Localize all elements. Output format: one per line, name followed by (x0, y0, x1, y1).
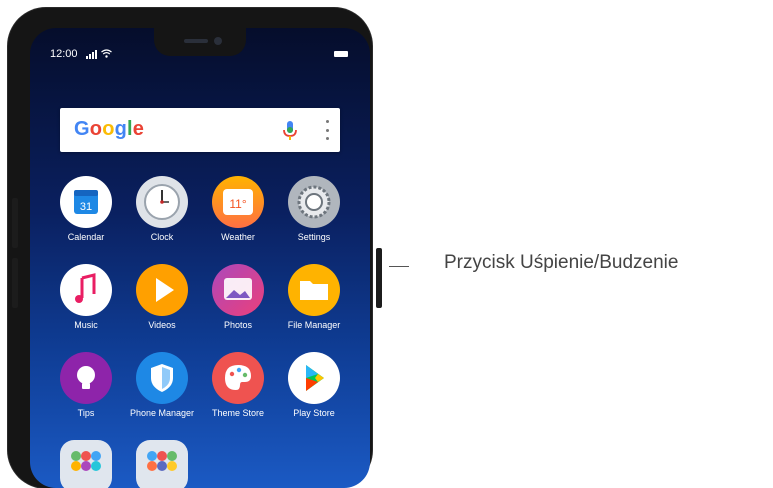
music-icon (60, 264, 112, 316)
app-label-clock: Clock (150, 232, 174, 242)
mic-icon[interactable] (280, 120, 300, 142)
app-calendar[interactable]: 31 Calendar (48, 176, 124, 242)
app-label-weather: Weather (221, 232, 255, 242)
videos-icon (136, 264, 188, 316)
file-manager-icon (288, 264, 340, 316)
status-time: 12:00 (50, 48, 78, 60)
callout-line (389, 266, 409, 267)
app-label-calendar: Calendar (67, 232, 105, 242)
app-label-videos: Videos (148, 320, 176, 330)
folder-icon (136, 440, 188, 488)
app-theme-store[interactable]: Theme Store (200, 352, 276, 418)
sleep-wake-button[interactable] (376, 248, 382, 308)
wifi-icon (101, 49, 112, 61)
volume-up-key[interactable] (12, 198, 18, 248)
folder-icon (60, 440, 112, 488)
volume-down-key[interactable] (12, 258, 18, 308)
app-label-file-manager: File Manager (287, 320, 341, 330)
settings-icon (288, 176, 340, 228)
app-label-photos: Photos (223, 320, 253, 330)
app-settings[interactable]: Settings (276, 176, 352, 242)
app-photos[interactable]: Photos (200, 264, 276, 330)
front-camera (214, 37, 222, 45)
app-label-music: Music (74, 320, 98, 330)
folder-1[interactable] (48, 440, 124, 488)
home-screen: 12:00 Google 31 Calendar Clock 11° Weath… (30, 28, 370, 488)
signal-icon (86, 50, 98, 59)
app-weather[interactable]: 11° Weather (200, 176, 276, 242)
calendar-icon: 31 (60, 176, 112, 228)
clock-icon (136, 176, 188, 228)
svg-text:31: 31 (80, 201, 92, 213)
app-label-tips: Tips (77, 408, 95, 418)
app-tips[interactable]: Tips (48, 352, 124, 418)
svg-text:11°: 11° (229, 197, 246, 211)
app-clock[interactable]: Clock (124, 176, 200, 242)
app-label-play-store: Play Store (293, 408, 335, 418)
play-store-icon (288, 352, 340, 404)
callout-label: Przycisk Uśpienie/Budzenie (444, 252, 679, 273)
app-label-settings: Settings (297, 232, 331, 242)
app-label-theme-store: Theme Store (211, 408, 265, 418)
theme-store-icon (212, 352, 264, 404)
more-options-icon[interactable] (324, 120, 330, 140)
app-file-manager[interactable]: File Manager (276, 264, 352, 330)
earpiece-speaker (184, 39, 208, 43)
app-music[interactable]: Music (48, 264, 124, 330)
weather-icon: 11° (212, 176, 264, 228)
tips-icon (60, 352, 112, 404)
folder-2[interactable] (124, 440, 200, 488)
app-label-phone-manager: Phone Manager (129, 408, 195, 418)
photos-icon (212, 264, 264, 316)
phone-manager-icon (136, 352, 188, 404)
battery-icon (334, 51, 348, 57)
app-phone-manager[interactable]: Phone Manager (124, 352, 200, 418)
phone-body: 12:00 Google 31 Calendar Clock 11° Weath… (8, 8, 382, 488)
google-search-bar[interactable]: Google (60, 108, 340, 152)
app-videos[interactable]: Videos (124, 264, 200, 330)
app-play-store[interactable]: Play Store (276, 352, 352, 418)
status-bar: 12:00 (50, 48, 350, 64)
google-logo: Google (74, 118, 145, 140)
